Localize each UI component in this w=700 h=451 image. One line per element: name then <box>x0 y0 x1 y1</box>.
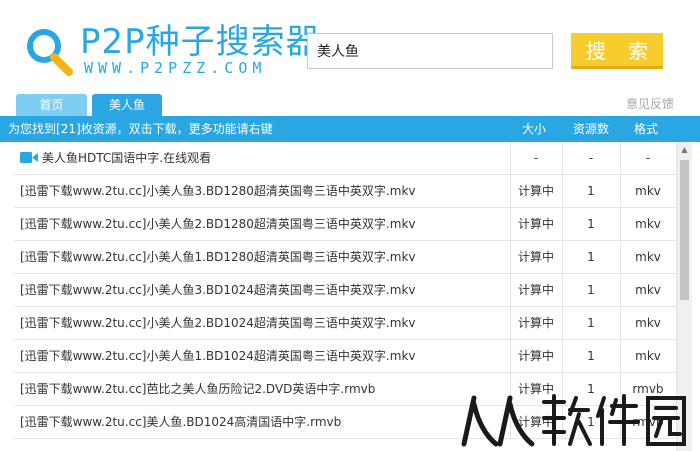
result-row[interactable]: [迅雷下载www.2tu.cc]小美人鱼3.BD1280超清英国粤三语中英双字.… <box>14 175 676 208</box>
result-size: 计算中 <box>517 184 554 198</box>
result-count: 1 <box>587 250 595 264</box>
tab-search-result[interactable]: 美人鱼 <box>92 94 162 116</box>
result-format: mkv <box>635 283 661 297</box>
result-format: mkv <box>635 217 661 231</box>
feedback-link[interactable]: 意见反馈 <box>626 95 674 113</box>
result-format: mkv <box>635 316 661 330</box>
scroll-thumb[interactable] <box>680 160 689 300</box>
column-header-format[interactable]: 格式 <box>620 116 672 142</box>
result-format: - <box>645 151 651 165</box>
result-row[interactable]: 美人鱼HDTC国语中字.在线观看 - - - <box>14 142 676 175</box>
tab-home[interactable]: 首页 <box>16 94 87 116</box>
logo-title: P2P种子搜索器 <box>80 22 321 62</box>
results-header-bar: 为您找到[21]枚资源，双击下载，更多功能请右键 大小 资源数 格式 <box>0 116 700 142</box>
result-count: 1 <box>587 316 595 330</box>
camera-icon <box>20 152 38 163</box>
logo-url: WWW.P2PZZ.COM <box>84 59 267 77</box>
search-button[interactable]: 搜 索 <box>571 33 663 69</box>
result-count: - <box>588 151 594 165</box>
app-header: P2P种子搜索器 WWW.P2PZZ.COM 搜 索 <box>0 0 700 92</box>
result-name: [迅雷下载www.2tu.cc]小美人鱼3.BD1280超清英国粤三语中英双字.… <box>20 184 416 198</box>
result-name: 美人鱼HDTC国语中字.在线观看 <box>42 151 212 165</box>
result-row[interactable]: [迅雷下载www.2tu.cc]小美人鱼2.BD1280超清英国粤三语中英双字.… <box>14 208 676 241</box>
result-name: [迅雷下载www.2tu.cc]小美人鱼1.BD1280超清英国粤三语中英双字.… <box>20 250 416 264</box>
result-count: 1 <box>587 349 595 363</box>
result-row[interactable]: [迅雷下载www.2tu.cc]小美人鱼1.BD1280超清英国粤三语中英双字.… <box>14 241 676 274</box>
scroll-up-arrow-icon[interactable]: ▲ <box>677 142 692 158</box>
result-row[interactable]: [迅雷下载www.2tu.cc]小美人鱼3.BD1024超清英国粤三语中英双字.… <box>14 274 676 307</box>
result-size: 计算中 <box>517 217 554 231</box>
result-row[interactable]: [迅雷下载www.2tu.cc]小美人鱼2.BD1024超清英国粤三语中英双字.… <box>14 307 676 340</box>
result-count: 1 <box>587 184 595 198</box>
results-summary: 为您找到[21]枚资源，双击下载，更多功能请右键 <box>8 122 273 136</box>
result-name: [迅雷下载www.2tu.cc]美人鱼.BD1024高清国语中字.rmvb <box>20 415 342 429</box>
column-header-size[interactable]: 大小 <box>512 116 556 142</box>
result-name: [迅雷下载www.2tu.cc]小美人鱼1.BD1024超清英国粤三语中英双字.… <box>20 349 416 363</box>
result-format: mkv <box>635 184 661 198</box>
watermark-logo <box>461 394 686 447</box>
result-name: [迅雷下载www.2tu.cc]小美人鱼2.BD1024超清英国粤三语中英双字.… <box>20 316 416 330</box>
result-count: 1 <box>587 217 595 231</box>
result-name: [迅雷下载www.2tu.cc]小美人鱼3.BD1024超清英国粤三语中英双字.… <box>20 283 416 297</box>
result-name-cell: 美人鱼HDTC国语中字.在线观看 <box>20 142 510 175</box>
result-row[interactable]: [迅雷下载www.2tu.cc]小美人鱼1.BD1024超清英国粤三语中英双字.… <box>14 340 676 373</box>
result-format: mkv <box>635 250 661 264</box>
result-size: 计算中 <box>517 316 554 330</box>
search-input[interactable] <box>307 33 553 69</box>
result-name: [迅雷下载www.2tu.cc]小美人鱼2.BD1280超清英国粤三语中英双字.… <box>20 217 416 231</box>
result-format: mkv <box>635 349 661 363</box>
magnifier-logo-icon <box>27 29 73 76</box>
result-size: 计算中 <box>517 283 554 297</box>
result-name: [迅雷下载www.2tu.cc]芭比之美人鱼历险记2.DVD英语中字.rmvb <box>20 382 376 396</box>
result-size: 计算中 <box>517 250 554 264</box>
result-size: - <box>533 151 539 165</box>
result-count: 1 <box>587 283 595 297</box>
result-size: 计算中 <box>517 349 554 363</box>
column-header-count[interactable]: 资源数 <box>562 116 620 142</box>
